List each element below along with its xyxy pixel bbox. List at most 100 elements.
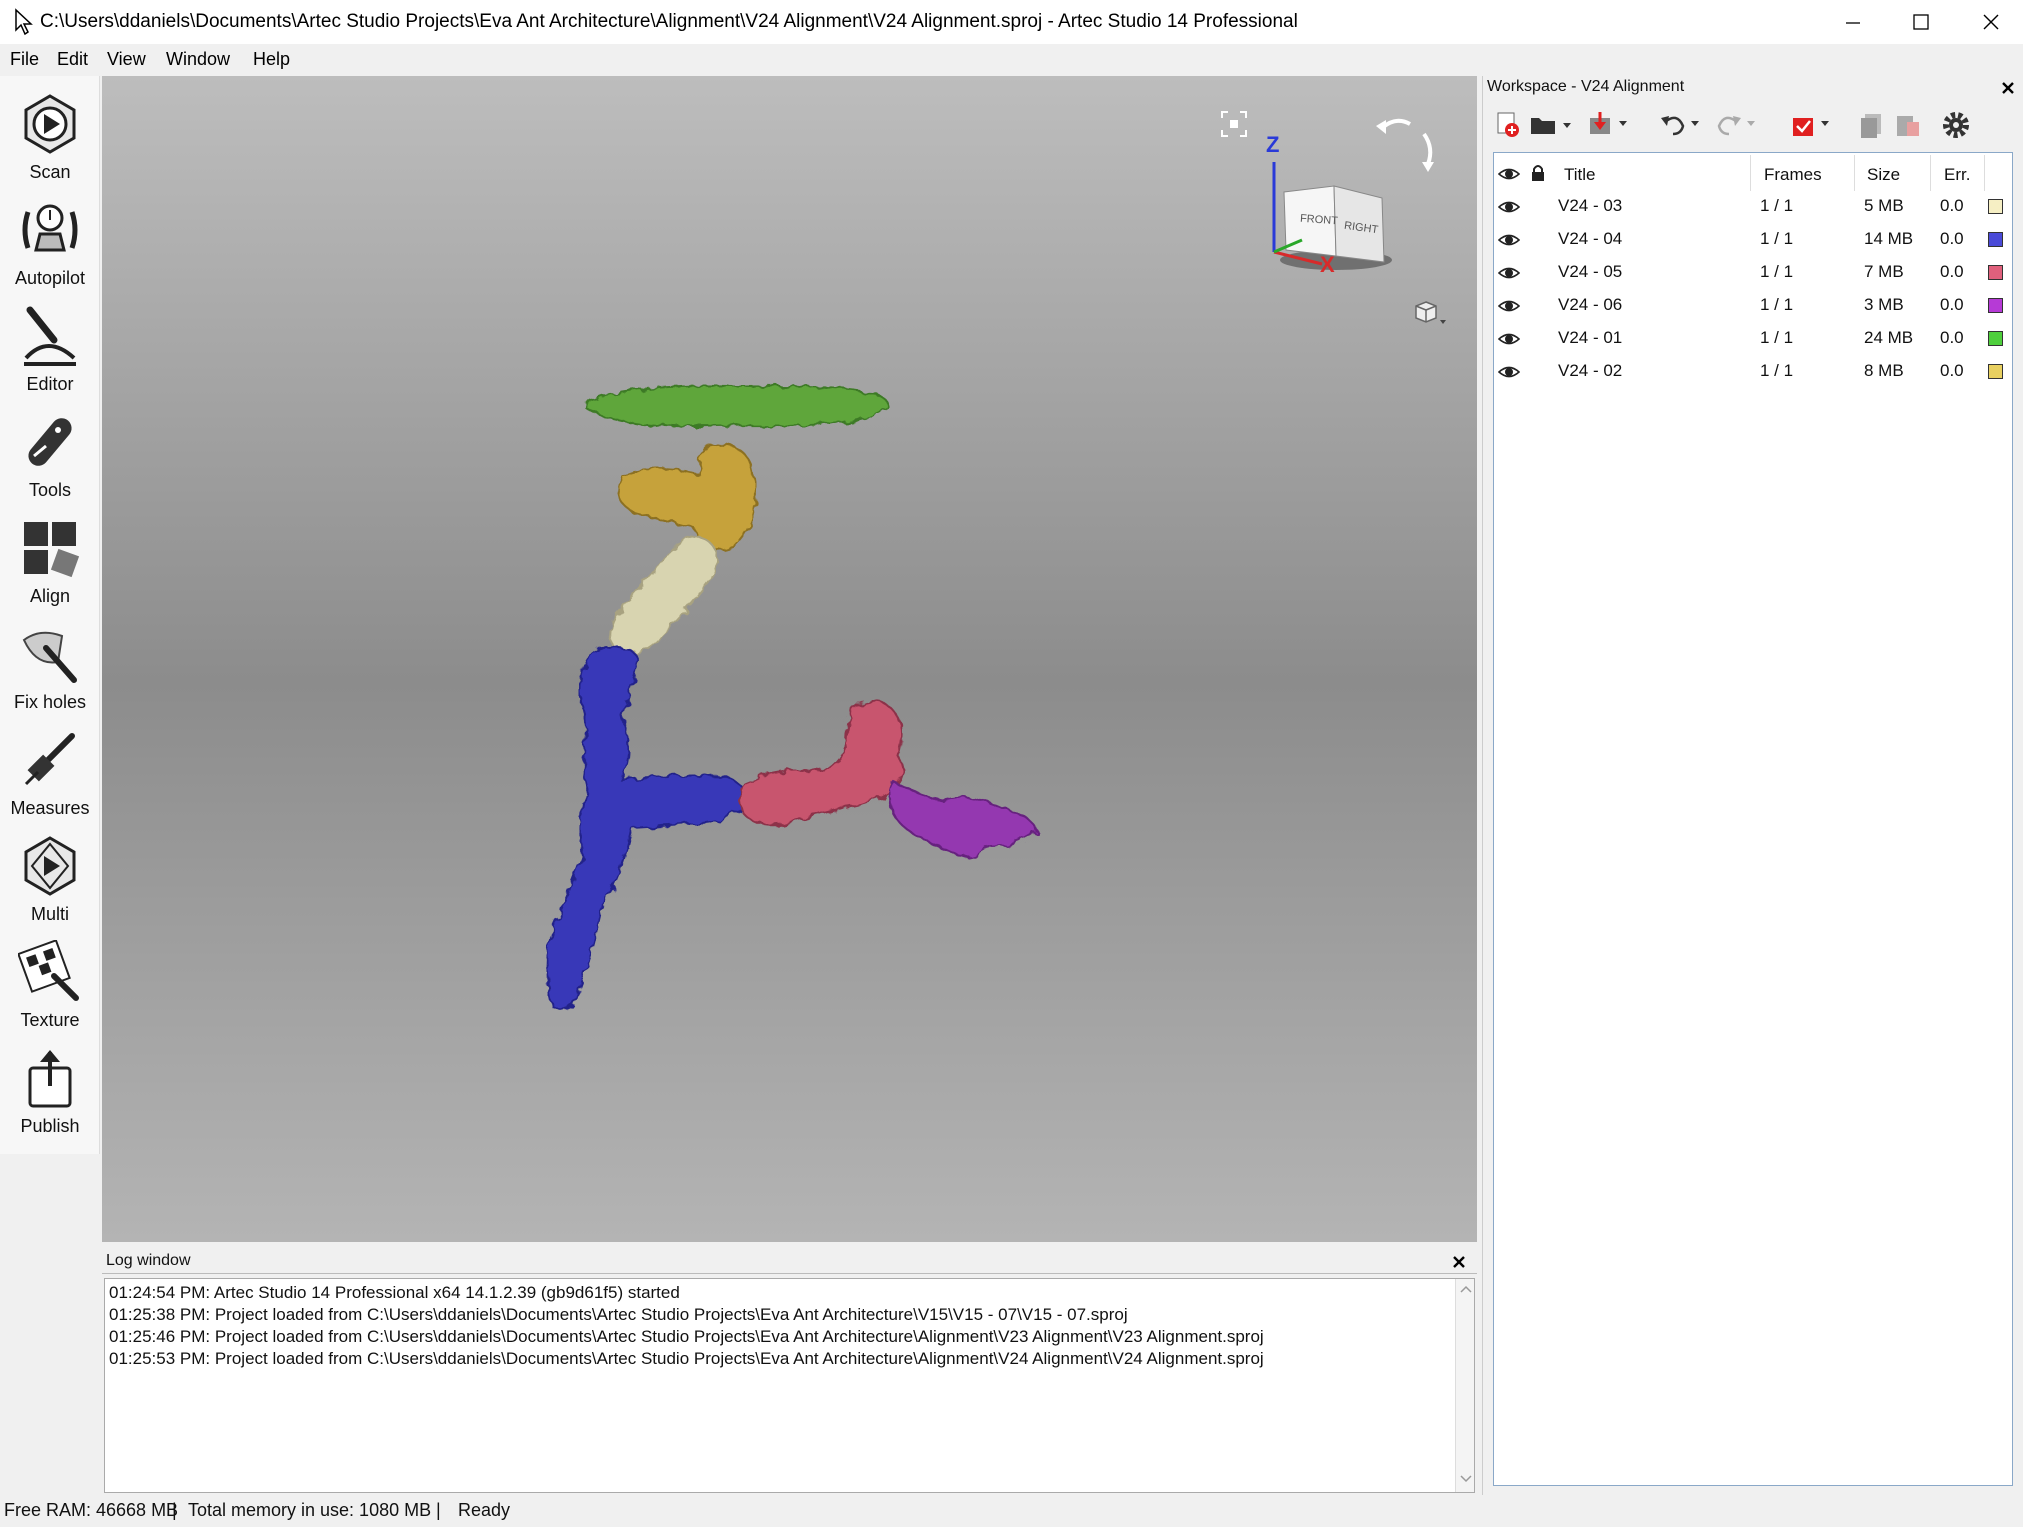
close-button[interactable] bbox=[1956, 0, 2023, 44]
editor-label: Editor bbox=[26, 374, 74, 394]
log-window-title: Log window bbox=[106, 1252, 191, 1269]
table-row[interactable]: V24 - 01 1 / 1 24 MB 0.0 bbox=[1494, 322, 2012, 355]
row-frames: 1 / 1 bbox=[1760, 295, 1794, 314]
row-size: 7 MB bbox=[1864, 262, 1904, 281]
title-bar: C:\Users\ddaniels\Documents\Artec Studio… bbox=[0, 0, 2023, 44]
row-title: V24 - 03 bbox=[1558, 196, 1623, 215]
log-body[interactable]: 01:24:54 PM: Artec Studio 14 Professiona… bbox=[104, 1278, 1475, 1493]
view-cube-front[interactable]: FRONT bbox=[1300, 213, 1339, 228]
mesh-v24-03[interactable] bbox=[609, 532, 719, 656]
table-row[interactable]: V24 - 04 1 / 1 14 MB 0.0 bbox=[1494, 223, 2012, 256]
column-divider bbox=[1984, 155, 1985, 191]
minimize-button[interactable] bbox=[1818, 0, 1888, 44]
projection-toggle-icon[interactable] bbox=[1414, 298, 1448, 328]
new-project-icon[interactable] bbox=[1495, 112, 1521, 138]
mesh-v24-02[interactable] bbox=[616, 443, 757, 552]
multi-icon bbox=[24, 836, 76, 896]
row-size: 8 MB bbox=[1864, 361, 1904, 380]
open-folder-icon[interactable] bbox=[1529, 114, 1575, 136]
column-frames[interactable]: Frames bbox=[1764, 165, 1822, 185]
eye-icon[interactable] bbox=[1498, 330, 1520, 348]
row-title: V24 - 06 bbox=[1558, 295, 1623, 314]
log-line: 01:25:53 PM: Project loaded from C:\User… bbox=[109, 1349, 1264, 1368]
texture-button[interactable]: Texture bbox=[0, 926, 100, 1032]
scan-label: Scan bbox=[29, 162, 71, 182]
row-title: V24 - 02 bbox=[1558, 361, 1623, 380]
eye-icon[interactable] bbox=[1498, 264, 1520, 282]
measures-button[interactable]: Measures bbox=[0, 714, 100, 820]
autopilot-button[interactable]: Autopilot bbox=[0, 184, 100, 290]
row-color-swatch[interactable] bbox=[1988, 232, 2003, 247]
row-color-swatch[interactable] bbox=[1988, 265, 2003, 280]
scan-button[interactable]: Scan bbox=[0, 78, 100, 184]
row-frames: 1 / 1 bbox=[1760, 328, 1794, 347]
row-frames: 1 / 1 bbox=[1760, 361, 1794, 380]
free-ram-status: Free RAM: 46668 MB bbox=[4, 1500, 179, 1520]
eye-icon[interactable] bbox=[1498, 363, 1520, 381]
ready-status: Ready bbox=[458, 1500, 511, 1520]
import-icon[interactable] bbox=[1587, 112, 1633, 136]
eye-icon[interactable] bbox=[1498, 297, 1520, 315]
scroll-up-icon[interactable] bbox=[1460, 1285, 1472, 1293]
menu-window[interactable]: Window bbox=[166, 49, 230, 70]
table-row[interactable]: V24 - 02 1 / 1 8 MB 0.0 bbox=[1494, 355, 2012, 388]
z-axis-label: Z bbox=[1266, 132, 1280, 157]
maximize-icon bbox=[1913, 14, 1929, 30]
log-line: 01:24:54 PM: Artec Studio 14 Professiona… bbox=[109, 1283, 680, 1302]
editor-icon bbox=[24, 306, 76, 366]
fit-view-icon[interactable] bbox=[1220, 110, 1248, 138]
view-cube[interactable]: FRONT RIGHT Z X bbox=[1262, 132, 1412, 282]
close-icon bbox=[1983, 14, 1999, 30]
multi-label: Multi bbox=[30, 904, 69, 924]
table-row[interactable]: V24 - 06 1 / 1 3 MB 0.0 bbox=[1494, 289, 2012, 322]
mesh-v24-05[interactable] bbox=[738, 700, 905, 826]
row-color-swatch[interactable] bbox=[1988, 298, 2003, 313]
redo-icon[interactable] bbox=[1715, 112, 1761, 136]
table-row[interactable]: V24 - 03 1 / 1 5 MB 0.0 bbox=[1494, 190, 2012, 223]
3d-viewport[interactable]: FRONT RIGHT Z X bbox=[102, 76, 1477, 1242]
row-size: 5 MB bbox=[1864, 196, 1904, 215]
column-title[interactable]: Title bbox=[1564, 165, 1596, 185]
log-line: 01:25:46 PM: Project loaded from C:\User… bbox=[109, 1327, 1264, 1346]
cursor-icon bbox=[15, 8, 33, 36]
mesh-v24-06[interactable] bbox=[888, 780, 1038, 858]
column-err[interactable]: Err. bbox=[1944, 165, 1970, 185]
measures-icon bbox=[24, 733, 75, 786]
fix-holes-button[interactable]: Fix holes bbox=[0, 608, 100, 714]
maximize-button[interactable] bbox=[1886, 0, 1956, 44]
align-button[interactable]: Align bbox=[0, 502, 100, 608]
log-close-icon[interactable] bbox=[1452, 1255, 1466, 1269]
table-row[interactable]: V24 - 05 1 / 1 7 MB 0.0 bbox=[1494, 256, 2012, 289]
workspace-close-icon[interactable] bbox=[2001, 81, 2015, 95]
mesh-v24-04[interactable] bbox=[546, 646, 747, 1011]
log-scrollbar[interactable] bbox=[1455, 1279, 1474, 1492]
tools-button[interactable]: Tools bbox=[0, 396, 100, 502]
delete-icon[interactable] bbox=[1895, 112, 1921, 138]
eye-icon[interactable] bbox=[1498, 231, 1520, 249]
menu-edit[interactable]: Edit bbox=[57, 49, 88, 70]
log-line: 01:25:38 PM: Project loaded from C:\User… bbox=[109, 1305, 1128, 1324]
minimize-icon bbox=[1846, 22, 1860, 24]
menu-view[interactable]: View bbox=[107, 49, 146, 70]
eye-icon[interactable] bbox=[1498, 198, 1520, 216]
multi-button[interactable]: Multi bbox=[0, 820, 100, 926]
editor-button[interactable]: Editor bbox=[0, 290, 100, 396]
row-color-swatch[interactable] bbox=[1988, 331, 2003, 346]
mesh-v24-01[interactable] bbox=[582, 384, 890, 428]
copy-icon[interactable] bbox=[1859, 112, 1885, 138]
row-color-swatch[interactable] bbox=[1988, 364, 2003, 379]
undo-icon[interactable] bbox=[1659, 112, 1705, 136]
row-color-swatch[interactable] bbox=[1988, 199, 2003, 214]
column-size[interactable]: Size bbox=[1867, 165, 1900, 185]
measures-label: Measures bbox=[10, 798, 90, 818]
fix-holes-icon bbox=[22, 631, 77, 683]
menu-file[interactable]: File bbox=[10, 49, 39, 70]
settings-gear-icon[interactable] bbox=[1941, 110, 1971, 140]
scroll-down-icon[interactable] bbox=[1460, 1475, 1472, 1483]
publish-button[interactable]: Publish bbox=[0, 1032, 100, 1138]
status-bar: Free RAM: 46668 MB | Total memory in use… bbox=[0, 1495, 2023, 1527]
select-all-icon[interactable] bbox=[1789, 112, 1835, 138]
menu-help[interactable]: Help bbox=[253, 49, 290, 70]
row-title: V24 - 01 bbox=[1558, 328, 1623, 347]
visibility-header-icon bbox=[1498, 168, 1520, 180]
